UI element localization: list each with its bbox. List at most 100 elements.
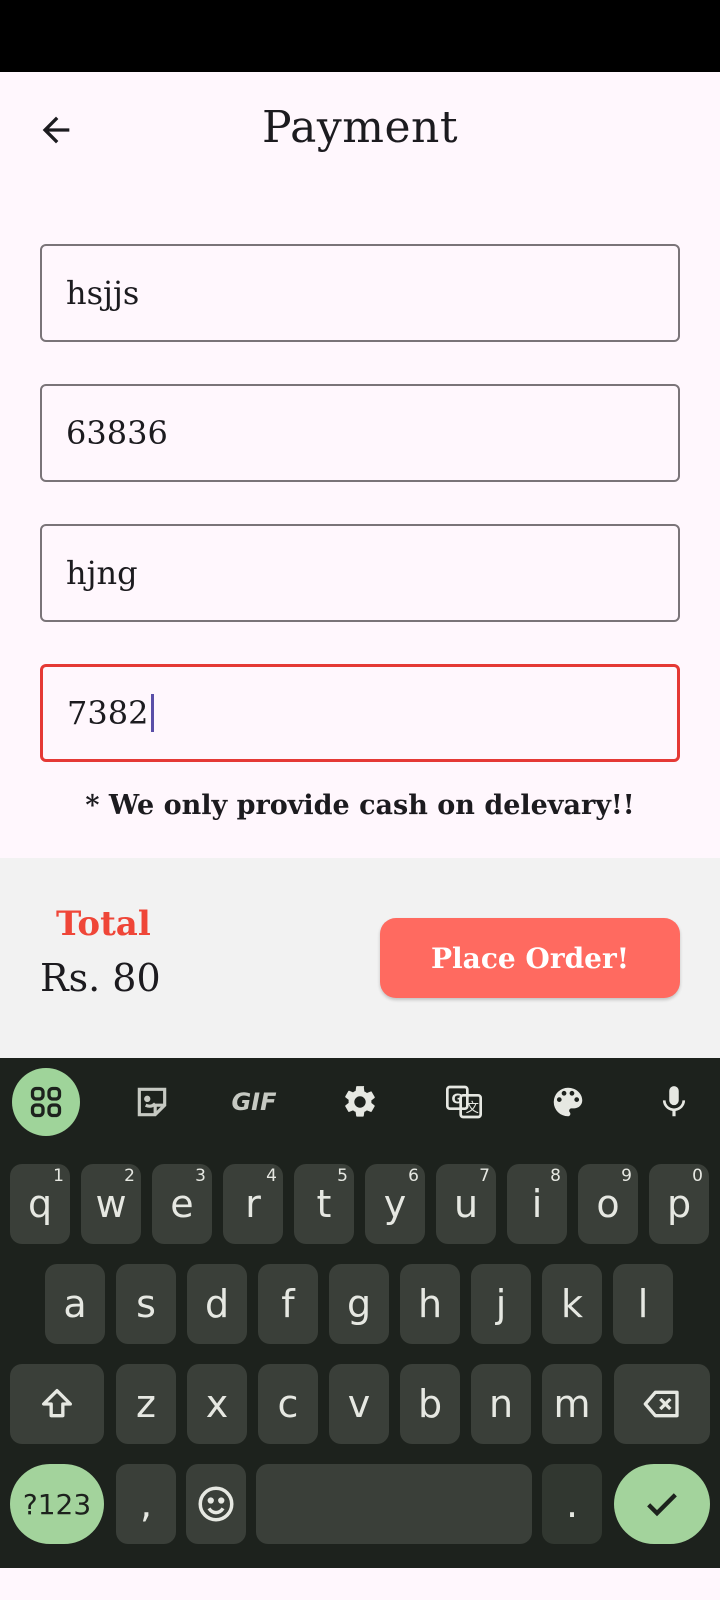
status-bar [0,0,720,72]
key-z[interactable]: z [116,1364,176,1444]
key-o[interactable]: o9 [578,1164,638,1244]
key-a[interactable]: a [45,1264,105,1344]
key-v[interactable]: v [329,1364,389,1444]
period-key[interactable]: . [542,1464,602,1544]
gif-icon[interactable]: GIF [220,1068,288,1136]
key-hint: 5 [337,1166,348,1186]
key-hint: 4 [266,1166,277,1186]
enter-key[interactable] [614,1464,710,1544]
backspace-icon [643,1390,679,1418]
check-icon [647,1493,677,1517]
key-l[interactable]: l [613,1264,673,1344]
phone-field-value: 7382 [67,694,149,732]
key-label: y [383,1182,407,1226]
key-label: a [63,1282,87,1326]
key-q[interactable]: q1 [10,1164,70,1244]
keyboard: GIF G 文 q1w2e3r4t5y6u7i8o9p0asdfghjklzxc… [0,1058,720,1568]
key-w[interactable]: w2 [81,1164,141,1244]
svg-text:文: 文 [466,1100,479,1116]
key-u[interactable]: u7 [436,1164,496,1244]
key-y[interactable]: y6 [365,1164,425,1244]
key-label: s [136,1282,156,1326]
cash-on-delivery-note: * We only provide cash on delevary!! [85,790,635,821]
pincode-field[interactable]: 63836 [40,384,680,482]
key-c[interactable]: c [258,1364,318,1444]
key-k[interactable]: k [542,1264,602,1344]
svg-text:G: G [452,1093,463,1108]
place-order-button[interactable]: Place Order! [380,918,680,998]
app-bar: Payment [0,72,720,184]
key-r[interactable]: r4 [223,1164,283,1244]
key-label: w [95,1182,127,1226]
key-n[interactable]: n [471,1364,531,1444]
key-label: i [531,1182,543,1226]
key-x[interactable]: x [187,1364,247,1444]
key-label: g [346,1282,372,1326]
key-hint: 7 [479,1166,490,1186]
key-label: h [417,1282,443,1326]
key-j[interactable]: j [471,1264,531,1344]
key-s[interactable]: s [116,1264,176,1344]
key-label: l [637,1282,649,1326]
key-e[interactable]: e3 [152,1164,212,1244]
mic-icon[interactable] [640,1068,708,1136]
key-label: c [277,1382,299,1426]
key-label: v [347,1382,371,1426]
shift-icon [42,1389,73,1418]
total-label: Total [56,904,151,944]
checkout-bar: Total Rs. 80 Place Order! [0,858,720,1058]
key-d[interactable]: d [187,1264,247,1344]
key-label: z [136,1382,156,1426]
key-label: t [316,1182,332,1226]
pincode-field-value: 63836 [66,414,168,452]
navigation-bar [0,1568,720,1600]
palette-icon[interactable] [534,1068,602,1136]
key-hint: 1 [53,1166,64,1186]
apps-icon[interactable] [12,1068,80,1136]
address-field[interactable]: hjng [40,524,680,622]
name-field-value: hsjjs [66,274,140,312]
translate-icon[interactable]: G 文 [430,1068,498,1136]
sticker-icon[interactable] [118,1068,186,1136]
key-hint: 3 [195,1166,206,1186]
key-label: e [170,1182,194,1226]
settings-icon[interactable] [326,1068,394,1136]
space-key[interactable] [256,1464,532,1544]
key-label: n [488,1382,514,1426]
comma-key[interactable]: , [116,1464,176,1544]
emoji-icon [198,1486,234,1522]
key-label: k [560,1282,583,1326]
symbols-key[interactable]: ?123 [10,1464,104,1544]
total-value: Rs. 80 [40,956,161,1000]
key-g[interactable]: g [329,1264,389,1344]
key-t[interactable]: t5 [294,1164,354,1244]
key-label: j [495,1282,507,1326]
key-m[interactable]: m [542,1364,602,1444]
key-h[interactable]: h [400,1264,460,1344]
phone-field[interactable]: 7382 [40,664,680,762]
text-cursor [151,694,155,732]
key-label: p [666,1182,692,1226]
shift-key[interactable] [10,1364,104,1444]
emoji-key[interactable] [186,1464,246,1544]
key-label: u [453,1182,479,1226]
key-hint: 0 [692,1166,703,1186]
name-field[interactable]: hsjjs [40,244,680,342]
key-label: m [553,1382,591,1426]
key-p[interactable]: p0 [649,1164,709,1244]
backspace-key[interactable] [614,1364,710,1444]
key-hint: 9 [621,1166,632,1186]
key-f[interactable]: f [258,1264,318,1344]
key-label: q [27,1182,53,1226]
key-label: x [205,1382,229,1426]
keyboard-toolbar: GIF G 文 [0,1058,720,1146]
key-label: f [281,1282,295,1326]
key-label: b [417,1382,443,1426]
page-title: Payment [262,102,458,153]
address-field-value: hjng [66,554,138,592]
key-b[interactable]: b [400,1364,460,1444]
key-hint: 8 [550,1166,561,1186]
key-label: r [245,1182,261,1226]
key-i[interactable]: i8 [507,1164,567,1244]
key-hint: 2 [124,1166,135,1186]
